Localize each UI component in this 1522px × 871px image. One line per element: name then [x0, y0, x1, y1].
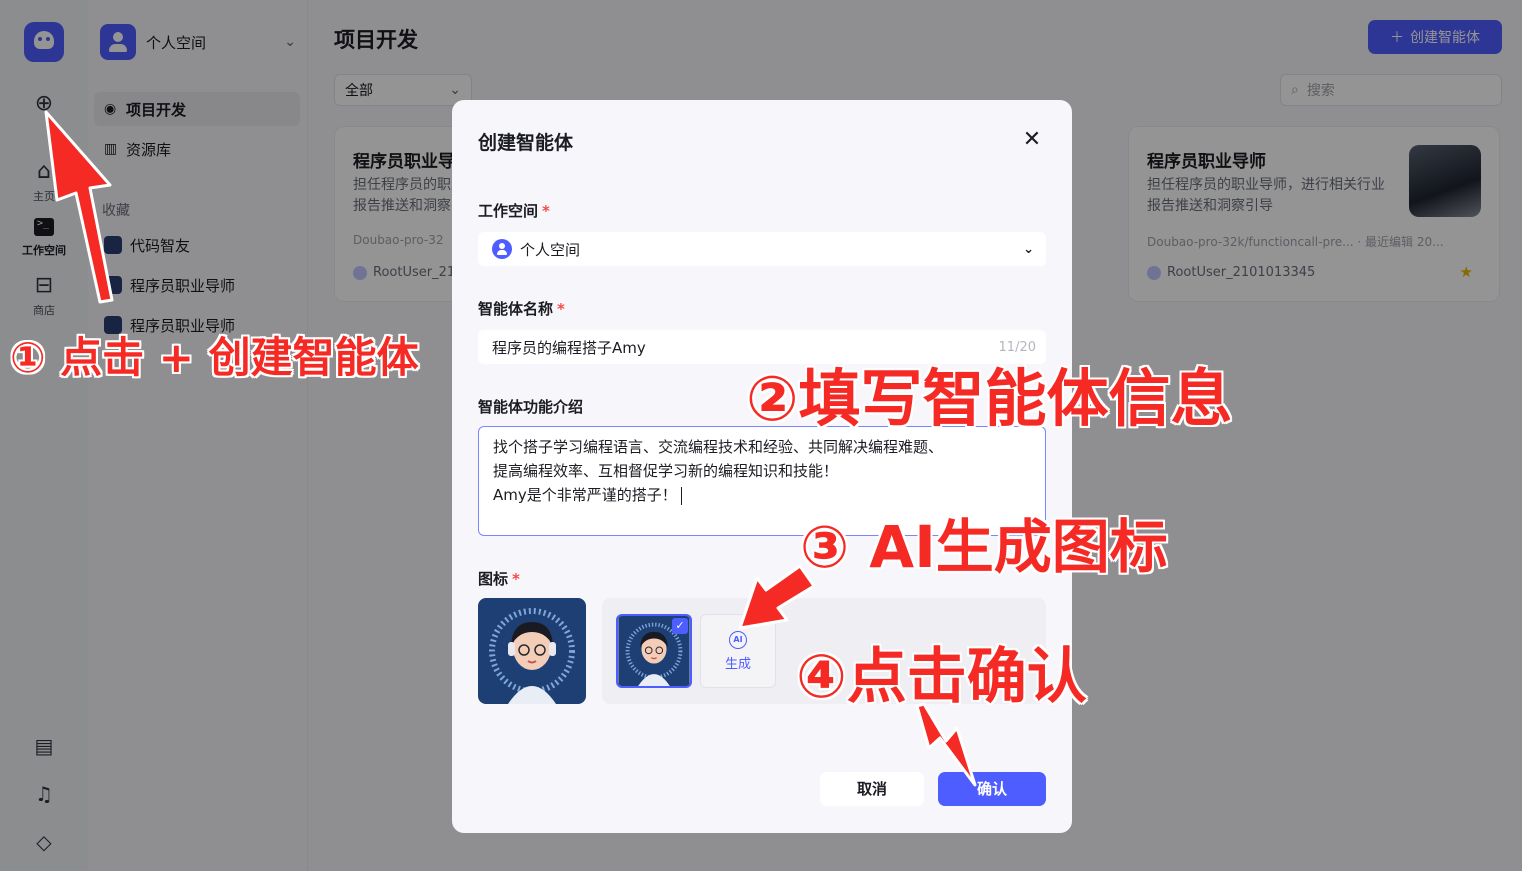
check-icon: ✓ — [672, 618, 688, 634]
annotation-step4: ④点击确认 — [796, 642, 1087, 712]
agent-icon-preview — [478, 598, 586, 704]
close-icon[interactable]: ✕ — [1020, 128, 1044, 152]
agent-name-label-text: 智能体名称 — [478, 300, 554, 318]
agent-name-label: 智能体名称 * — [478, 298, 565, 319]
required-mark: * — [542, 202, 550, 220]
required-mark: * — [512, 570, 520, 588]
required-mark: * — [557, 300, 565, 318]
cancel-button[interactable]: 取消 — [820, 772, 924, 806]
agent-name-value: 程序员的编程搭子Amy — [492, 338, 646, 357]
dialog-title: 创建智能体 — [478, 132, 574, 154]
confirm-button[interactable]: 确认 — [938, 772, 1046, 806]
workspace-select[interactable]: 个人空间 ⌄ — [478, 232, 1046, 266]
app-window: ⊕ ⌂ 主页 工作空间 ⊟ 商店 ▤ ♫ ◇ 个人空间 ⌄ ◉ 项目开发 ▥ — [0, 0, 1522, 871]
annotation-step2: ②填写智能体信息 — [746, 362, 1233, 435]
generated-icon-option[interactable]: ✓ — [616, 614, 692, 688]
ai-generate-button[interactable]: AI 生成 — [700, 614, 776, 688]
desc-line: Amy是个非常严谨的搭子！ — [493, 486, 677, 504]
workspace-label: 工作空间 * — [478, 200, 550, 221]
desc-line: 找个搭子学习编程语言、交流编程技术和经验、共同解决编程难题、 — [493, 438, 944, 456]
desc-line: 提高编程效率、互相督促学习新的编程知识和技能！ — [493, 462, 839, 480]
workspace-label-text: 工作空间 — [478, 202, 539, 220]
chevron-down-icon: ⌄ — [1023, 241, 1034, 257]
icon-label: 图标 * — [478, 568, 520, 589]
ai-icon: AI — [729, 631, 747, 649]
agent-desc-label: 智能体功能介绍 — [478, 398, 584, 416]
text-caret — [680, 486, 682, 505]
agent-avatar-image — [478, 598, 586, 704]
icon-label-text: 图标 — [478, 570, 509, 588]
create-agent-dialog: 创建智能体 ✕ 工作空间 * 个人空间 ⌄ 智能体名称 * 程序员的编程搭子Amy … — [452, 100, 1072, 833]
workspace-value: 个人空间 — [520, 240, 581, 259]
annotation-step1: ① 点击 + 创建智能体 — [10, 333, 419, 382]
annotation-step3: ③ AI生成图标 — [800, 513, 1168, 581]
user-avatar — [492, 239, 512, 259]
ai-generate-label: 生成 — [724, 657, 751, 672]
